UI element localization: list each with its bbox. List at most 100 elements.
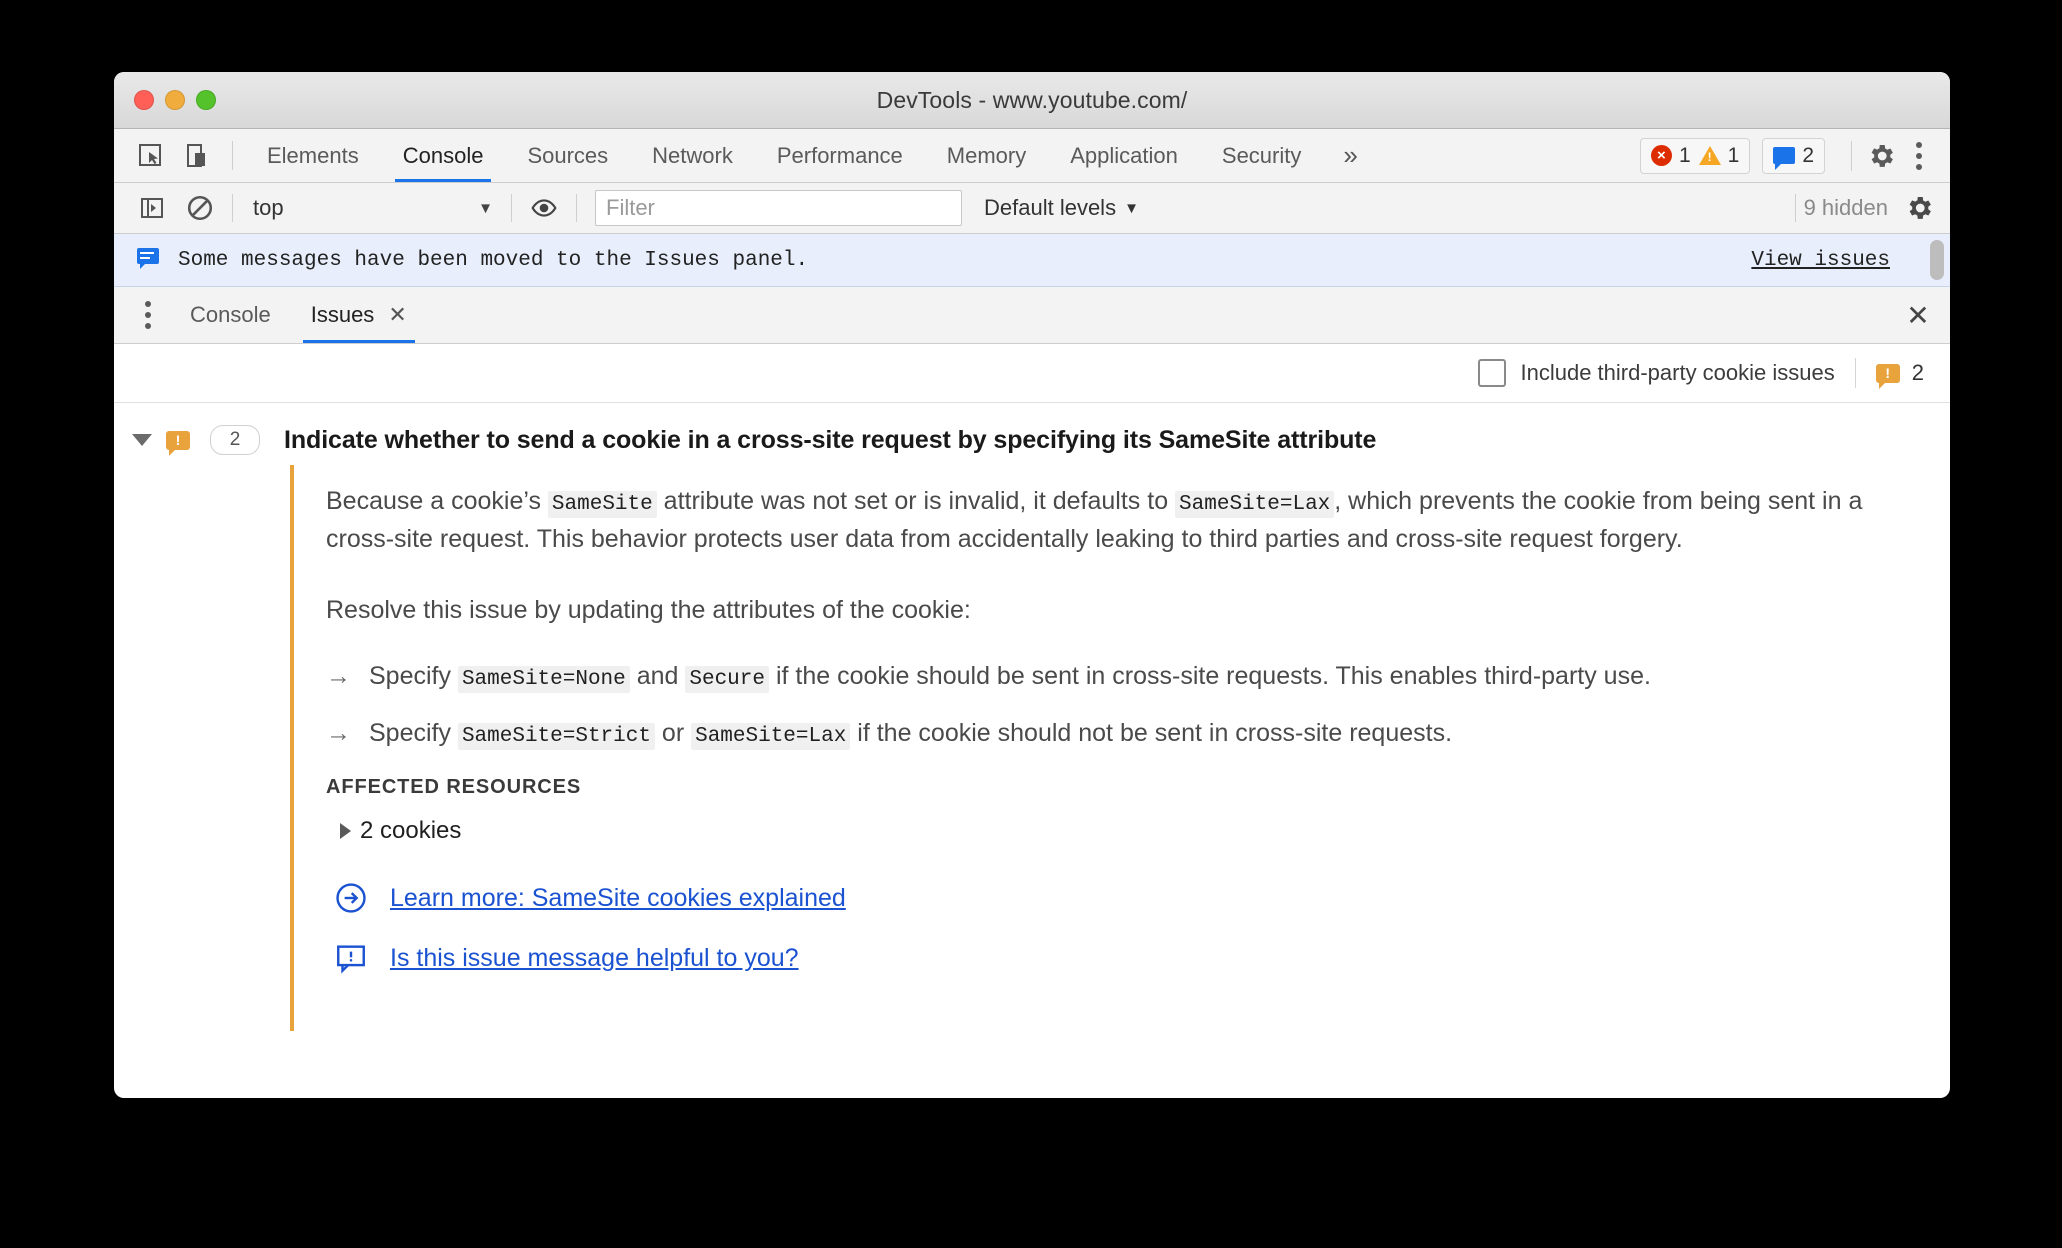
console-info-message: Some messages have been moved to the Iss… xyxy=(114,234,1950,287)
drawer-menu-kebab-icon[interactable] xyxy=(126,287,170,343)
close-window-button[interactable] xyxy=(134,90,154,110)
drawer-tab-issues[interactable]: Issues ✕ xyxy=(291,287,427,343)
tab-memory[interactable]: Memory xyxy=(925,129,1048,182)
expand-collapse-icon[interactable] xyxy=(132,434,152,446)
bullet-text: or xyxy=(654,719,692,748)
execution-context-select[interactable]: top ▼ xyxy=(241,195,503,221)
tab-label: Network xyxy=(652,142,733,168)
tab-elements[interactable]: Elements xyxy=(245,129,381,182)
console-sidebar-icon[interactable] xyxy=(128,184,176,232)
tab-network[interactable]: Network xyxy=(630,129,755,182)
bullet-text: if the cookie should not be sent in cros… xyxy=(850,719,1453,748)
execution-context-value: top xyxy=(253,195,284,220)
issue-body: Because a cookie’s SameSite attribute wa… xyxy=(290,465,1920,1032)
main-menu-kebab-icon[interactable] xyxy=(1904,141,1934,170)
tab-performance[interactable]: Performance xyxy=(755,129,925,182)
console-toolbar: top ▼ Default levels ▼ 9 hidden xyxy=(114,183,1950,234)
console-scrollbar-thumb[interactable] xyxy=(1930,240,1944,280)
message-bubble-icon xyxy=(1773,147,1796,170)
code-samesite: SameSite xyxy=(547,491,657,518)
warning-triangle-icon xyxy=(1698,146,1721,165)
console-filter-input[interactable] xyxy=(595,190,962,226)
drawer-tab-console[interactable]: Console xyxy=(170,287,291,343)
tab-label: Elements xyxy=(267,142,359,168)
issue-title: Indicate whether to send a cookie in a c… xyxy=(284,425,1377,454)
arrow-right-icon: → xyxy=(326,662,351,691)
maximize-window-button[interactable] xyxy=(196,90,216,110)
close-drawer-icon[interactable]: ✕ xyxy=(1886,287,1950,343)
tab-application[interactable]: Application xyxy=(1048,129,1200,182)
log-levels-select[interactable]: Default levels ▼ xyxy=(984,195,1139,221)
issue-bullet-item: → Specify SameSite=Strict or SameSite=La… xyxy=(326,719,1920,751)
tab-console[interactable]: Console xyxy=(381,129,506,182)
tab-label: Performance xyxy=(776,142,903,168)
bullet-content: Specify SameSite=Strict or SameSite=Lax … xyxy=(369,719,1453,751)
minimize-window-button[interactable] xyxy=(165,90,185,110)
issues-badge-group[interactable]: 2 xyxy=(1762,137,1825,174)
tabbar-divider xyxy=(232,141,233,170)
tabbar-right-controls: × 1 1 2 xyxy=(1639,129,1950,182)
close-issues-tab-icon[interactable]: ✕ xyxy=(388,302,406,328)
screenshot-root: DevTools - www.youtube.com/ Elements Con… xyxy=(0,0,2062,1248)
code-samesite-none: SameSite=None xyxy=(457,666,630,694)
panel-tabs: Elements Console Sources Network Perform… xyxy=(245,129,1378,182)
affected-resource-label: 2 cookies xyxy=(360,817,462,845)
error-circle-icon: × xyxy=(1650,145,1672,166)
device-toolbar-icon[interactable] xyxy=(174,129,220,182)
warning-count: 1 xyxy=(1727,143,1740,167)
bullet-text: if the cookie should be sent in cross-si… xyxy=(769,662,1651,691)
error-badge[interactable]: × 1 xyxy=(1650,144,1691,168)
expand-cookies-icon[interactable] xyxy=(340,823,351,840)
issue-warning-icon xyxy=(1875,363,1900,389)
code-samesite-strict: SameSite=Strict xyxy=(457,723,655,751)
chevron-down-icon: ▼ xyxy=(1124,199,1139,217)
issues-toolbar: Include third-party cookie issues 2 xyxy=(114,344,1950,403)
toolbar-divider xyxy=(1794,194,1796,222)
tab-label: Application xyxy=(1070,142,1178,168)
issue-header-row[interactable]: 2 Indicate whether to send a cookie in a… xyxy=(114,403,1950,465)
learn-more-link[interactable]: Learn more: SameSite cookies explained xyxy=(390,884,846,913)
error-warning-badge-group[interactable]: × 1 1 xyxy=(1639,137,1751,174)
paragraph-text: attribute was not set or is invalid, it … xyxy=(656,487,1176,515)
paragraph-text: Because a cookie’s xyxy=(326,487,548,515)
feedback-link[interactable]: Is this issue message helpful to you? xyxy=(390,944,799,973)
issue-bullet-item: → Specify SameSite=None and Secure if th… xyxy=(326,662,1920,694)
drawer-tab-label: Console xyxy=(190,302,271,327)
warning-badge[interactable]: 1 xyxy=(1698,143,1740,168)
code-secure: Secure xyxy=(685,666,769,694)
issue-occurrence-count: 2 xyxy=(210,425,260,455)
tab-sources[interactable]: Sources xyxy=(505,129,630,182)
issue-badge[interactable]: 2 xyxy=(1773,144,1814,170)
tab-label: Sources xyxy=(527,142,609,168)
include-third-party-label[interactable]: Include third-party cookie issues xyxy=(1520,360,1834,386)
inspect-element-icon[interactable] xyxy=(128,129,174,182)
affected-resource-cookies[interactable]: 2 cookies xyxy=(340,817,1920,845)
code-samesite-lax: SameSite=Lax xyxy=(1175,491,1335,518)
console-message-text: Some messages have been moved to the Iss… xyxy=(178,248,809,272)
issues-toolbar-divider xyxy=(1854,358,1856,388)
info-message-icon xyxy=(136,247,160,274)
issues-total-count: 2 xyxy=(1911,360,1924,385)
window-titlebar: DevTools - www.youtube.com/ xyxy=(114,72,1950,129)
settings-gear-icon[interactable] xyxy=(1866,141,1896,171)
devtools-tabbar: Elements Console Sources Network Perform… xyxy=(114,129,1950,183)
more-tabs-button[interactable]: » xyxy=(1323,129,1377,182)
console-settings-gear-icon[interactable] xyxy=(1904,193,1934,223)
live-expression-eye-icon[interactable] xyxy=(520,184,568,232)
issue-description-paragraph: Because a cookie’s SameSite attribute wa… xyxy=(326,483,1886,558)
chevron-double-right-icon: » xyxy=(1343,140,1358,170)
include-third-party-checkbox[interactable] xyxy=(1478,359,1507,387)
code-samesite-lax: SameSite=Lax xyxy=(691,723,851,751)
arrow-in-circle-icon xyxy=(334,881,368,915)
tab-security[interactable]: Security xyxy=(1200,129,1323,182)
issue-warning-icon xyxy=(166,430,190,456)
bullet-text: and xyxy=(629,662,686,691)
toolbar-divider xyxy=(576,194,577,222)
clear-console-icon[interactable] xyxy=(176,184,224,232)
tab-label: Memory xyxy=(946,142,1027,168)
tab-label: Security xyxy=(1221,142,1302,168)
hidden-messages-count: 9 hidden xyxy=(1803,195,1888,220)
learn-more-link-row[interactable]: Learn more: SameSite cookies explained xyxy=(334,881,1920,915)
feedback-link-row[interactable]: Is this issue message helpful to you? xyxy=(334,941,1920,975)
view-issues-link[interactable]: View issues xyxy=(1751,249,1890,272)
